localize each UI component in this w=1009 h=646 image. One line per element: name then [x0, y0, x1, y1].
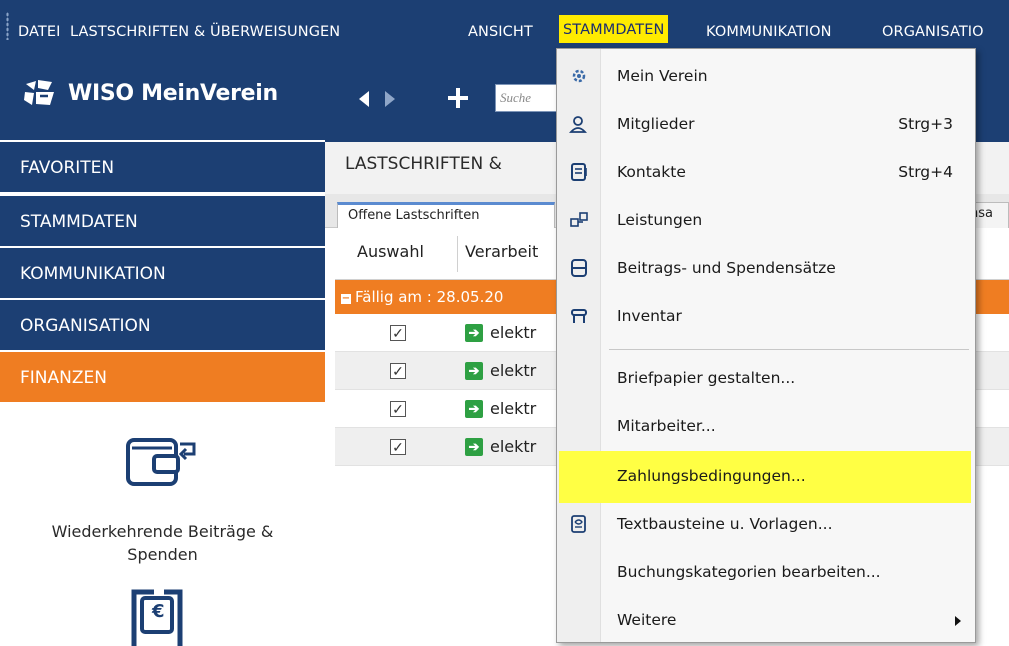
back-arrow-icon[interactable] [357, 90, 371, 108]
shortcut-label: Strg+3 [898, 115, 953, 133]
green-arrow-icon: ➔ [465, 362, 483, 380]
green-arrow-icon: ➔ [465, 324, 483, 342]
menu-separator [609, 349, 969, 350]
menu-item-weitere[interactable]: Weitere [557, 597, 975, 645]
group-label: Fällig am : 28.05.20 [355, 288, 504, 306]
sidebar: WISO MeinVerein FAVORITEN STAMMDATEN KOM… [0, 54, 325, 646]
green-arrow-icon: ➔ [465, 438, 483, 456]
shortcut-label: Strg+4 [898, 163, 953, 181]
menu-item-label: Inventar [617, 307, 682, 325]
menu-item-label: Briefpapier gestalten... [617, 369, 796, 387]
menu-datei[interactable]: DATEI [18, 20, 61, 44]
menu-item-buchungskategorien[interactable]: Buchungskategorien bearbeiten... [557, 549, 975, 597]
wallet-transfer-icon [126, 438, 196, 486]
menu-item-mein-verein[interactable]: Mein Verein [557, 53, 975, 101]
collapse-icon[interactable]: − [341, 294, 351, 304]
menu-lastschriften-ueberweisungen[interactable]: LASTSCHRIFTEN & ÜBERWEISUNGEN [70, 20, 340, 44]
col-separator [457, 236, 458, 272]
row-verarbeitung: elektr [490, 437, 537, 456]
menu-item-label: Zahlungsbedingungen... [617, 467, 806, 485]
row-verarbeitung: elektr [490, 399, 537, 418]
row-verarbeitung: elektr [490, 361, 537, 380]
invoice-euro-glyph: € [152, 601, 165, 622]
invoice-tile[interactable]: € [0, 584, 325, 646]
recurring-payments-label-2: Spenden [127, 545, 198, 564]
page-title: LASTSCHRIFTEN & [345, 154, 502, 174]
row-checkbox[interactable]: ✓ [390, 363, 406, 379]
nav-finanzen[interactable]: FINANZEN [0, 350, 325, 402]
wiso-logo-icon [24, 80, 54, 105]
menu-item-textbausteine[interactable]: Textbausteine u. Vorlagen... [557, 501, 975, 549]
col-auswahl[interactable]: Auswahl [357, 242, 424, 261]
col-verarbeitung[interactable]: Verarbeit [465, 242, 538, 261]
green-arrow-icon: ➔ [465, 400, 483, 418]
nav-kommunikation[interactable]: KOMMUNIKATION [0, 246, 325, 298]
logo-bar: WISO MeinVerein [0, 54, 325, 142]
menu-kommunikation[interactable]: KOMMUNIKATION [706, 20, 832, 44]
inventory-icon [571, 309, 587, 323]
row-verarbeitung: elektr [490, 323, 537, 342]
row-checkbox[interactable]: ✓ [390, 401, 406, 417]
menu-item-mitarbeiter[interactable]: Mitarbeiter... [557, 403, 975, 451]
menu-item-beitrags-spendensaetze[interactable]: Beitrags- und Spendensätze [557, 245, 975, 293]
app-logo: WISO MeinVerein [22, 78, 278, 108]
menu-item-inventar[interactable]: Inventar [557, 293, 975, 341]
row-checkbox[interactable]: ✓ [390, 325, 406, 341]
menu-item-zahlungsbedingungen[interactable]: Zahlungsbedingungen... [559, 451, 971, 503]
menu-item-label: Weitere [617, 611, 677, 629]
menu-bar: DATEI LASTSCHRIFTEN & ÜBERWEISUNGEN ANSI… [0, 0, 1009, 54]
gear-icon [572, 69, 586, 83]
menu-item-label: Mitarbeiter... [617, 417, 716, 435]
menu-item-mitglieder[interactable]: Mitglieder Strg+3 [557, 101, 975, 149]
rates-icon [571, 259, 587, 277]
contacts-icon [571, 163, 587, 181]
menu-item-label: Kontakte [617, 163, 686, 181]
row-checkbox[interactable]: ✓ [390, 439, 406, 455]
menu-item-leistungen[interactable]: Leistungen [557, 197, 975, 245]
app-name: WISO MeinVerein [68, 80, 278, 106]
menu-item-kontakte[interactable]: Kontakte Strg+4 [557, 149, 975, 197]
tab-offene-lastschriften[interactable]: Offene Lastschriften [337, 202, 555, 229]
submenu-arrow-icon [955, 616, 961, 626]
stammdaten-dropdown: Mein Verein Mitglieder Strg+3 Kontakte S… [556, 48, 976, 643]
menu-item-label: Beitrags- und Spendensätze [617, 259, 836, 277]
nav-organisation[interactable]: ORGANISATION [0, 298, 325, 350]
menu-stammdaten[interactable]: STAMMDATEN [558, 14, 670, 44]
menu-item-label: Mitglieder [617, 115, 695, 133]
menu-item-label: Textbausteine u. Vorlagen... [617, 515, 833, 533]
services-icon [570, 212, 588, 227]
nav-favoriten[interactable]: FAVORITEN [0, 140, 325, 192]
template-icon [571, 515, 586, 533]
menu-ansicht[interactable]: ANSICHT [468, 20, 533, 44]
menu-item-label: Leistungen [617, 211, 703, 229]
add-icon[interactable] [447, 87, 469, 109]
recurring-payments-tile[interactable]: Wiederkehrende Beiträge & Spenden [0, 424, 325, 584]
menu-organisation[interactable]: ORGANISATIO [882, 20, 984, 44]
menubar-grip-icon [6, 12, 9, 40]
recurring-payments-label-1: Wiederkehrende Beiträge & [51, 522, 274, 541]
forward-arrow-icon[interactable] [383, 90, 397, 108]
members-icon [569, 116, 587, 133]
menu-item-label: Buchungskategorien bearbeiten... [617, 563, 881, 581]
menu-item-briefpapier[interactable]: Briefpapier gestalten... [557, 355, 975, 403]
nav-stammdaten[interactable]: STAMMDATEN [0, 194, 325, 246]
menu-item-label: Mein Verein [617, 67, 708, 85]
